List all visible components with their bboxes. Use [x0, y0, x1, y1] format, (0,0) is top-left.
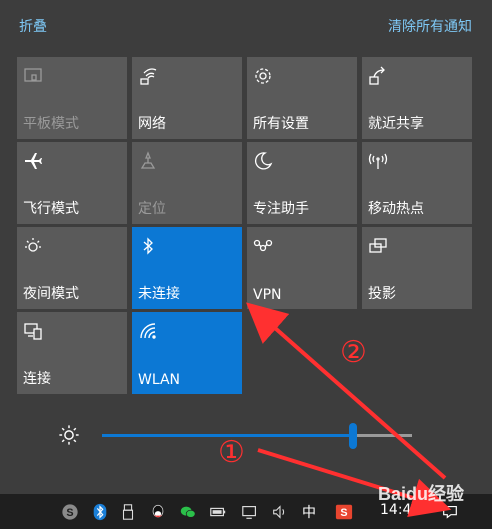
tile-label: 夜间模式 — [23, 286, 79, 302]
tile-airplane[interactable]: 飞行模式 — [17, 142, 127, 224]
moon-icon — [252, 150, 274, 172]
tile-label: 就近共享 — [368, 116, 424, 132]
tile-tablet-mode[interactable]: 平板模式 — [17, 57, 127, 139]
skype-icon[interactable]: S — [60, 502, 80, 522]
ime-indicator[interactable]: 中 — [302, 502, 316, 522]
tile-label: WLAN — [138, 372, 181, 388]
brightness-thumb[interactable] — [349, 423, 358, 449]
tile-label: VPN — [253, 287, 282, 303]
wechat-icon[interactable] — [178, 502, 198, 522]
network-icon — [137, 65, 159, 87]
hotspot-icon — [367, 150, 389, 172]
arrow-to-bluetooth-tile — [246, 302, 447, 480]
tile-label: 专注助手 — [253, 201, 309, 217]
tile-wifi[interactable]: WLAN — [132, 312, 242, 394]
tile-label: 飞行模式 — [23, 201, 79, 217]
collapse-link[interactable]: 折叠 — [19, 16, 47, 36]
brightness-track-remaining[interactable] — [357, 434, 412, 437]
share-icon — [367, 65, 389, 87]
connect-icon — [22, 320, 44, 342]
tile-share[interactable]: 就近共享 — [362, 57, 472, 139]
network-icon[interactable] — [240, 502, 260, 522]
tile-project[interactable]: 投影 — [362, 227, 472, 309]
tile-label: 所有设置 — [253, 116, 309, 132]
baidu-watermark: Baidu经验 — [378, 484, 465, 504]
sun-icon — [58, 424, 80, 446]
tile-label: 平板模式 — [23, 116, 79, 132]
qq-icon[interactable] — [148, 502, 168, 522]
bluetooth-icon — [137, 235, 159, 257]
svg-text:S: S — [66, 507, 73, 519]
bluetooth-icon[interactable] — [90, 502, 110, 522]
night-light-icon — [22, 235, 44, 257]
sogou-icon[interactable]: S — [334, 502, 354, 522]
airplane-icon — [22, 150, 44, 172]
brightness-slider[interactable] — [58, 422, 418, 450]
tile-network[interactable]: 网络 — [132, 57, 242, 139]
tile-label: 移动热点 — [368, 201, 424, 217]
brightness-track-filled[interactable] — [102, 434, 350, 437]
marker-2-label: ② — [340, 335, 367, 370]
tile-label: 定位 — [138, 201, 166, 217]
project-icon — [367, 235, 389, 257]
tile-gear[interactable]: 所有设置 — [247, 57, 357, 139]
tile-vpn[interactable]: VPN — [247, 227, 357, 309]
tile-night-light[interactable]: 夜间模式 — [17, 227, 127, 309]
tile-location[interactable]: 定位 — [132, 142, 242, 224]
tile-connect[interactable]: 连接 — [17, 312, 127, 394]
tile-hotspot[interactable]: 移动热点 — [362, 142, 472, 224]
tile-label: 网络 — [138, 116, 166, 132]
svg-text:S: S — [340, 507, 347, 519]
gear-icon — [252, 65, 274, 87]
usb-icon[interactable] — [118, 502, 138, 522]
clear-all-notifications-link[interactable]: 清除所有通知 — [388, 16, 472, 36]
tile-label: 未连接 — [138, 286, 180, 302]
tablet-mode-icon — [22, 65, 44, 87]
tile-bluetooth[interactable]: 未连接 — [132, 227, 242, 309]
tile-moon[interactable]: 专注助手 — [247, 142, 357, 224]
vpn-icon — [252, 235, 274, 257]
tile-label: 投影 — [368, 286, 396, 302]
wifi-icon — [137, 320, 159, 342]
tile-label: 连接 — [23, 371, 51, 387]
location-icon — [137, 150, 159, 172]
battery-icon[interactable] — [208, 502, 228, 522]
volume-icon[interactable] — [270, 502, 290, 522]
